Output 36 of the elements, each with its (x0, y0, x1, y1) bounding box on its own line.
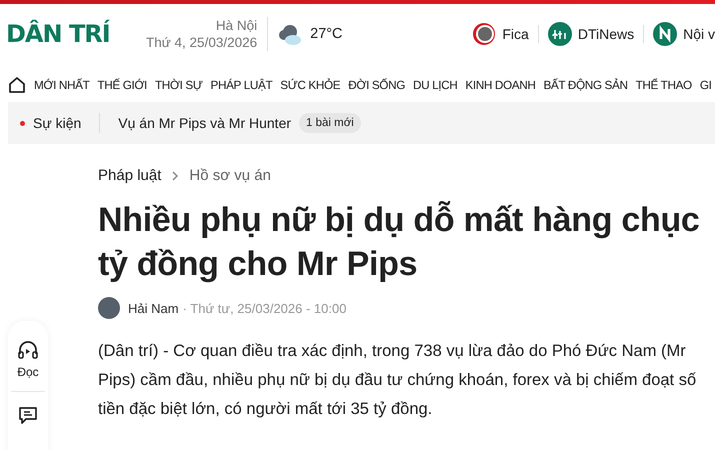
nav-item[interactable]: THỜI SỰ (154, 78, 202, 92)
bullet-dot-icon (20, 120, 25, 126)
nav-item[interactable]: GI (700, 78, 712, 92)
city-name: Hà Nội (216, 17, 258, 34)
partner-link[interactable]: DTiNews (578, 26, 634, 42)
nav-item[interactable]: DU LỊCH (412, 78, 458, 92)
tool-label[interactable]: Đọc (17, 365, 39, 379)
dti-logo-icon[interactable] (548, 22, 572, 46)
nav-item[interactable]: PHÁP LUẬT (210, 78, 272, 92)
article-lead: (Dân trí) - Cơ quan điều tra xác định, trong 738 vụ lừa đảo do Phó Đức Nam (Mr Pips) cầm đầu, nhiều phụ nữ bị dụ đầu tư chứng khoán, forex và bị chiếm đoạt số tiền đặc biệt lớn, có người mất tới 35 tỷ đồng. (98, 341, 698, 420)
partner-link[interactable]: Nội v (683, 26, 715, 42)
site-logo[interactable]: DÂN TRÍ (6, 20, 146, 48)
temperature: 27°C (310, 26, 343, 42)
nav-item[interactable]: THẾ GIỚI (97, 78, 147, 92)
breadcrumb-link[interactable]: Pháp luật (98, 167, 162, 184)
nav-item[interactable]: BẤT ĐỘNG SẢN (543, 78, 628, 92)
publish-date: · Thứ tư, 25/03/2026 - 10:00 (182, 300, 346, 316)
event-label[interactable]: Sự kiện (33, 115, 82, 131)
headphones-icon[interactable] (17, 339, 39, 361)
n-logo-icon[interactable] (653, 22, 678, 46)
home-icon[interactable] (8, 76, 26, 94)
new-count-badge: 1 bài mới (299, 113, 361, 133)
chevron-right-icon (171, 170, 180, 180)
article-title: Nhiều phụ nữ bị dụ dỗ mất hàng chục tỷ đồng cho Mr Pips (98, 200, 701, 285)
author-name[interactable]: Hải Nam (128, 300, 179, 316)
avatar-icon (98, 297, 120, 319)
event-topic-link[interactable]: Vụ án Mr Pips và Mr Hunter (118, 115, 292, 131)
nav-item[interactable]: KINH DOANH (465, 78, 536, 92)
nav-item[interactable]: ĐỜI SỐNG (348, 78, 405, 92)
partner-link[interactable]: Fica (502, 26, 529, 42)
breadcrumb-link[interactable]: Hồ sơ vụ án (189, 167, 271, 184)
header-date: Thứ 4, 25/03/2026 (146, 34, 258, 51)
nav-item[interactable]: THỂ THAO (636, 78, 692, 92)
nav-item[interactable]: MỚI NHẤT (34, 78, 90, 92)
comment-icon[interactable] (17, 404, 39, 426)
nav-item[interactable]: SỨC KHỎE (280, 78, 340, 92)
